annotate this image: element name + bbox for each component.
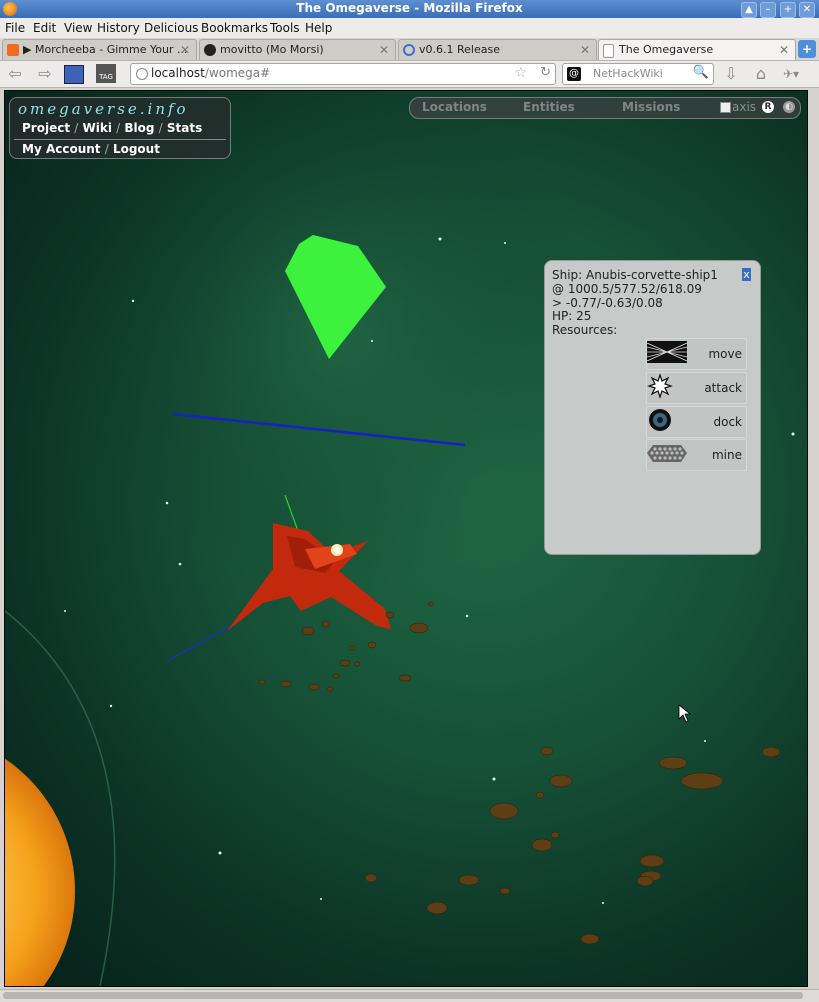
link-separator: / <box>116 121 121 135</box>
site-menu: omegaverse.info Project / Wiki / Blog / … <box>9 97 231 159</box>
search-icon[interactable]: 🔍 <box>693 65 709 80</box>
toggle-grid-icon[interactable]: ◐ <box>783 101 795 113</box>
nav-locations[interactable]: Locations <box>422 100 487 114</box>
url-host: localhost <box>151 66 205 80</box>
window-titlebar: The Omegaverse - Mozilla Firefox ▲ – + ✕ <box>0 0 819 18</box>
link-separator: / <box>104 142 109 156</box>
tab-movitto[interactable]: movitto (Mo Morsi) ✕ <box>199 39 396 60</box>
attack-icon <box>647 373 673 399</box>
dock-command-button[interactable]: dock <box>646 406 747 438</box>
axis-checkbox[interactable] <box>720 102 731 113</box>
link-project[interactable]: Project <box>22 121 70 135</box>
ship-hp: HP: 25 <box>552 309 592 323</box>
attack-label: attack <box>704 381 742 395</box>
move-icon <box>647 341 687 363</box>
save-page-icon[interactable] <box>64 65 84 84</box>
search-engine-icon[interactable]: @ <box>567 67 581 81</box>
game-top-nav: Locations Entities Missions axis R ◐ <box>409 97 801 119</box>
back-arrow-icon[interactable]: ⇦ <box>4 64 26 84</box>
home-icon[interactable]: ⌂ <box>750 64 772 84</box>
axis-label: axis <box>732 100 757 114</box>
site-logo[interactable]: omegaverse.info <box>18 100 189 118</box>
ship-orientation: > -0.77/-0.63/0.08 <box>552 296 663 310</box>
tab-label: movitto (Mo Morsi) <box>220 43 324 56</box>
navigation-toolbar: ⇦ ⇨ TAG localhost/womega# ☆ ↻ @ NetHackW… <box>0 61 819 88</box>
close-panel-button[interactable]: x <box>742 268 751 281</box>
menu-delicious[interactable]: Delicious <box>144 21 198 35</box>
ship-resources: Resources: <box>552 323 618 337</box>
menu-history[interactable]: History <box>97 21 140 35</box>
window-title: The Omegaverse - Mozilla Firefox <box>296 1 523 15</box>
window-minimize-button[interactable]: – <box>760 2 776 18</box>
new-tab-button[interactable]: + <box>798 40 816 58</box>
close-tab-icon[interactable]: ✕ <box>580 40 590 60</box>
nav-missions[interactable]: Missions <box>622 100 680 114</box>
addon-icon[interactable]: ✈▾ <box>780 64 802 84</box>
tab-label: v0.6.1 Release <box>419 43 500 56</box>
loading-icon <box>403 44 415 56</box>
move-label: move <box>708 347 742 361</box>
link-stats[interactable]: Stats <box>167 121 202 135</box>
blank-page-icon <box>603 44 614 58</box>
link-blog[interactable]: Blog <box>124 121 154 135</box>
tab-label: ▶ Morcheeba - Gimme Your ... <box>23 43 188 56</box>
url-text[interactable]: localhost/womega# <box>151 66 270 80</box>
tab-omegaverse[interactable]: The Omegaverse ✕ <box>598 39 796 60</box>
window-shade-button[interactable]: ▲ <box>741 2 757 18</box>
menu-bookmarks[interactable]: Bookmarks <box>201 21 268 35</box>
link-separator: / <box>158 121 163 135</box>
link-wiki[interactable]: Wiki <box>82 121 111 135</box>
close-tab-icon[interactable]: ✕ <box>779 40 789 60</box>
link-separator: / <box>74 121 79 135</box>
ship-name: Ship: Anubis-corvette-ship1 <box>552 268 718 282</box>
close-tab-icon[interactable]: ✕ <box>379 40 389 60</box>
window-close-button[interactable]: ✕ <box>799 2 815 18</box>
downloads-arrow-icon[interactable]: ⇩ <box>720 64 742 84</box>
menu-view[interactable]: View <box>64 21 92 35</box>
tab-release[interactable]: v0.6.1 Release ✕ <box>398 39 597 60</box>
tab-morcheeba[interactable]: ▶ Morcheeba - Gimme Your ... ✕ <box>2 39 197 60</box>
tab-bar: ▶ Morcheeba - Gimme Your ... ✕ movitto (… <box>0 38 819 61</box>
site-links: Project / Wiki / Blog / Stats <box>22 121 202 135</box>
reload-icon[interactable]: ↻ <box>540 65 551 80</box>
menu-bar: File Edit View History Delicious Bookmar… <box>0 18 819 39</box>
dock-icon <box>649 409 671 431</box>
entity-info-panel: Ship: Anubis-corvette-ship1 @ 1000.5/577… <box>544 260 761 555</box>
close-tab-icon[interactable]: ✕ <box>180 40 190 60</box>
link-my-account[interactable]: My Account <box>22 142 101 156</box>
reset-camera-button[interactable]: R <box>762 101 774 113</box>
account-links: My Account / Logout <box>22 142 160 156</box>
menu-tools[interactable]: Tools <box>270 21 300 35</box>
scrollbar-thumb[interactable] <box>3 992 803 999</box>
window-maximize-button[interactable]: + <box>780 2 796 18</box>
soundcloud-icon <box>7 44 19 56</box>
search-input[interactable]: NetHackWiki <box>593 67 663 80</box>
url-path: /womega# <box>204 66 271 80</box>
site-identity-icon <box>136 68 148 80</box>
ship-position: @ 1000.5/577.52/618.09 <box>552 282 702 296</box>
menu-divider <box>14 139 226 140</box>
menu-edit[interactable]: Edit <box>33 21 56 35</box>
game-canvas[interactable]: omegaverse.info Project / Wiki / Blog / … <box>4 90 808 987</box>
dock-label: dock <box>713 415 742 429</box>
attack-command-button[interactable]: attack <box>646 372 747 404</box>
tag-icon[interactable]: TAG <box>96 64 116 83</box>
github-icon <box>204 44 216 56</box>
nav-entities[interactable]: Entities <box>523 100 575 114</box>
search-bar[interactable]: @ NetHackWiki 🔍 <box>562 63 714 85</box>
mine-command-button[interactable]: mine <box>646 439 747 471</box>
menu-help[interactable]: Help <box>305 21 332 35</box>
horizontal-scrollbar[interactable] <box>0 989 819 1002</box>
move-command-button[interactable]: move <box>646 338 747 370</box>
url-bar[interactable]: localhost/womega# ☆ ↻ <box>130 63 556 85</box>
link-logout[interactable]: Logout <box>113 142 160 156</box>
mine-label: mine <box>711 448 742 462</box>
tab-label: The Omegaverse <box>619 43 714 56</box>
bookmark-star-icon[interactable]: ☆ <box>514 65 527 81</box>
mine-icon <box>647 445 687 462</box>
menu-file[interactable]: File <box>5 21 25 35</box>
forward-arrow-icon[interactable]: ⇨ <box>34 64 56 84</box>
